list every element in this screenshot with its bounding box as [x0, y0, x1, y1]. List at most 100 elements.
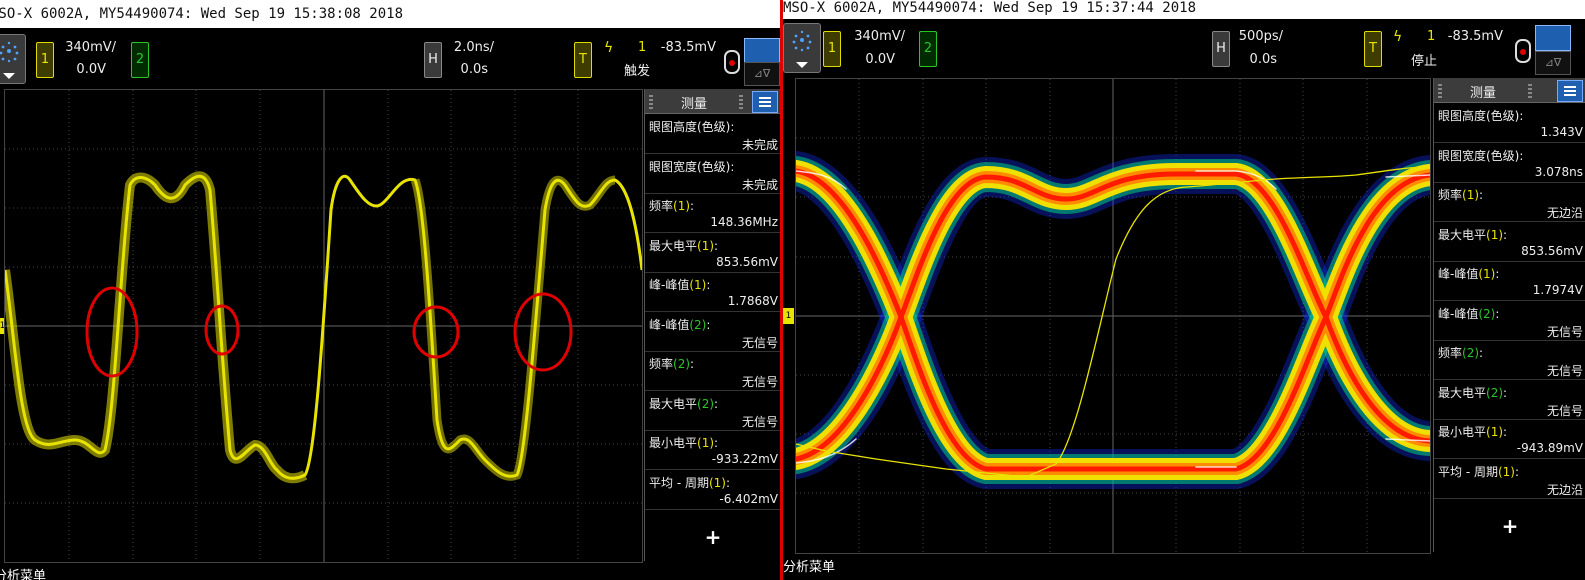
measurement-row[interactable]: 峰-峰值(1): 1.7974V [1434, 262, 1585, 301]
left-horizontal-badge[interactable]: H [424, 42, 442, 78]
measurement-label: 平均 - 周期(1): [649, 475, 731, 490]
measurement-label: 最大电平(1): [1438, 227, 1508, 242]
right-scope-screen: MSO-X 6002A, MY54490074: Wed Sep 19 15:3… [783, 0, 1585, 580]
left-time-scale: 2.0ns/ [453, 40, 494, 55]
measurement-channel: (1) [1486, 425, 1504, 439]
measurement-value: 无信号 [741, 414, 778, 429]
left-ch1-offset: 0.0V [76, 62, 106, 77]
measurement-value: 未完成 [741, 177, 778, 192]
right-ch1-badge[interactable]: 1 [823, 31, 841, 67]
agilent-logo-icon [0, 41, 19, 79]
measurement-label: 最小电平(1): [649, 436, 719, 450]
measurement-row[interactable]: 最大电平(1): 853.56mV [645, 234, 780, 273]
measurement-row[interactable]: 眼图高度(色级): 1.343V [1434, 104, 1585, 143]
measurement-row[interactable]: 最小电平(1): -933.22mV [645, 431, 780, 470]
measurement-row[interactable]: 最小电平(1): -943.89mV [1434, 420, 1585, 459]
measurement-value: 148.36MHz [710, 215, 778, 229]
right-eye-diagram-plot[interactable] [795, 78, 1431, 554]
right-panel-header: 测量 [1434, 78, 1585, 103]
right-trigger-status: 停止 [1410, 54, 1437, 69]
measurement-name: 最小电平 [1438, 425, 1487, 439]
measurement-row[interactable]: 频率(1): 无边沿 [1434, 183, 1585, 222]
measurement-channel: (1) [708, 475, 726, 490]
measurement-name: 眼图宽度(色级): [1438, 148, 1524, 163]
measurement-name: 平均 - 周期 [1438, 464, 1498, 479]
right-add-measurement-button[interactable]: + [1434, 514, 1585, 538]
measurement-label: 眼图高度(色级): [1438, 107, 1523, 124]
measurement-row[interactable]: 眼图高度(色级): 未完成 [645, 115, 780, 154]
measurement-row[interactable]: 眼图宽度(色级): 未完成 [645, 155, 780, 194]
measurement-row[interactable]: 峰-峰值(1): 1.7868V [645, 273, 780, 312]
measurement-row[interactable]: 最大电平(2): 无信号 [1434, 381, 1585, 420]
left-title: MSO-X 6002A, MY54490074: Wed Sep 19 15:3… [0, 6, 404, 22]
measurement-row[interactable]: 峰-峰值(2): 无信号 [1434, 302, 1585, 341]
left-panel-menu-icon[interactable] [752, 91, 778, 113]
right-microphone-icon[interactable] [1515, 39, 1531, 63]
measurement-channel: (1) [689, 278, 707, 292]
measurement-value: 853.56mV [1521, 243, 1583, 258]
measurement-row[interactable]: 平均 - 周期(1): -6.402mV [645, 471, 780, 510]
right-main-menu-button[interactable] [783, 23, 821, 73]
measurement-value: 无信号 [741, 335, 778, 350]
left-ch2-badge[interactable]: 2 [131, 42, 149, 78]
measurement-value: 无信号 [1546, 403, 1583, 418]
left-annotation-circles [85, 286, 573, 378]
right-zoom-select-icon[interactable] [1535, 25, 1571, 51]
measurement-label: 眼图宽度(色级): [649, 158, 734, 175]
measurement-row[interactable]: 最大电平(2): 无信号 [645, 392, 780, 431]
measurement-row[interactable]: 频率(2): 无信号 [1434, 341, 1585, 380]
right-trigger-badge[interactable]: T [1364, 31, 1382, 67]
measurement-value: 无信号 [1546, 364, 1583, 378]
right-cursor-tool-icon[interactable]: ⊿∇ [1535, 51, 1571, 75]
measurement-row[interactable]: 眼图宽度(色级): 3.078ns [1434, 144, 1585, 183]
right-panel-grip2-icon[interactable] [1528, 84, 1532, 98]
right-trigger-edge-icon: ϟ [1393, 29, 1403, 45]
left-panel-grip2-icon[interactable] [739, 95, 743, 109]
left-main-menu-button[interactable] [0, 34, 26, 84]
measurement-value: 3.078ns [1534, 164, 1583, 179]
measurement-value: -933.22mV [711, 452, 778, 466]
measurement-name: 最小电平 [649, 436, 698, 450]
measurement-channel: (2) [1486, 385, 1504, 400]
measurement-name: 频率 [649, 199, 674, 213]
measurement-channel: (1) [1462, 188, 1480, 202]
right-toolbar: 1 340mV/ 0.0V 2 H 500ps/ 0.0s T ϟ 1 -83.… [783, 19, 1585, 79]
measurement-label: 眼图高度(色级): [649, 118, 734, 135]
left-zoom-select-icon[interactable] [744, 38, 780, 64]
right-ground-marker: 1 [783, 308, 794, 324]
left-analysis-menu-label[interactable]: 分析菜单 [0, 565, 46, 580]
left-microphone-icon[interactable] [724, 50, 740, 74]
left-title-bar: MSO-X 6002A, MY54490074: Wed Sep 19 15:3… [0, 0, 780, 28]
measurement-name: 眼图宽度(色级): [649, 159, 735, 174]
right-horizontal-badge[interactable]: H [1212, 31, 1230, 67]
measurement-row[interactable]: 峰-峰值(2): 无信号 [645, 313, 780, 352]
measurement-channel: (1) [1486, 227, 1504, 242]
left-time-delay: 0.0s [460, 62, 488, 77]
measurement-row[interactable]: 频率(2): 无信号 [645, 352, 780, 391]
right-ch2-badge[interactable]: 2 [919, 31, 937, 67]
measurement-label: 峰-峰值(2): [649, 317, 711, 332]
measurement-value: 无信号 [1546, 324, 1583, 339]
left-panel-grip-icon[interactable] [649, 95, 653, 109]
measurement-label: 频率(2): [1438, 346, 1484, 360]
measurement-channel: (1) [673, 199, 691, 213]
measurement-row[interactable]: 最大电平(1): 853.56mV [1434, 223, 1585, 262]
measurement-label: 峰-峰值(1): [649, 278, 711, 292]
left-ch1-scale: 340mV/ [65, 40, 116, 55]
right-analysis-menu-label[interactable]: 分析菜单 [783, 556, 835, 575]
left-ch1-badge[interactable]: 1 [36, 42, 54, 78]
left-waveform-plot[interactable] [4, 89, 643, 563]
right-panel-grip-icon[interactable] [1438, 84, 1442, 98]
measurement-value: 未完成 [741, 138, 778, 152]
left-cursor-tool-icon[interactable]: ⊿∇ [744, 62, 780, 86]
right-panel-menu-icon[interactable] [1557, 80, 1583, 102]
measurement-name: 最大电平 [649, 238, 698, 253]
left-add-measurement-button[interactable]: + [645, 525, 780, 549]
measurement-value: 无边沿 [1546, 206, 1583, 220]
left-trigger-status: 触发 [623, 64, 650, 79]
measurement-value: 无边沿 [1546, 482, 1583, 497]
left-trigger-badge[interactable]: T [574, 42, 592, 78]
measurement-row[interactable]: 频率(1): 148.36MHz [645, 194, 780, 233]
measurement-row[interactable]: 平均 - 周期(1): 无边沿 [1434, 460, 1585, 499]
measurement-name: 眼图高度(色级): [1438, 109, 1524, 123]
